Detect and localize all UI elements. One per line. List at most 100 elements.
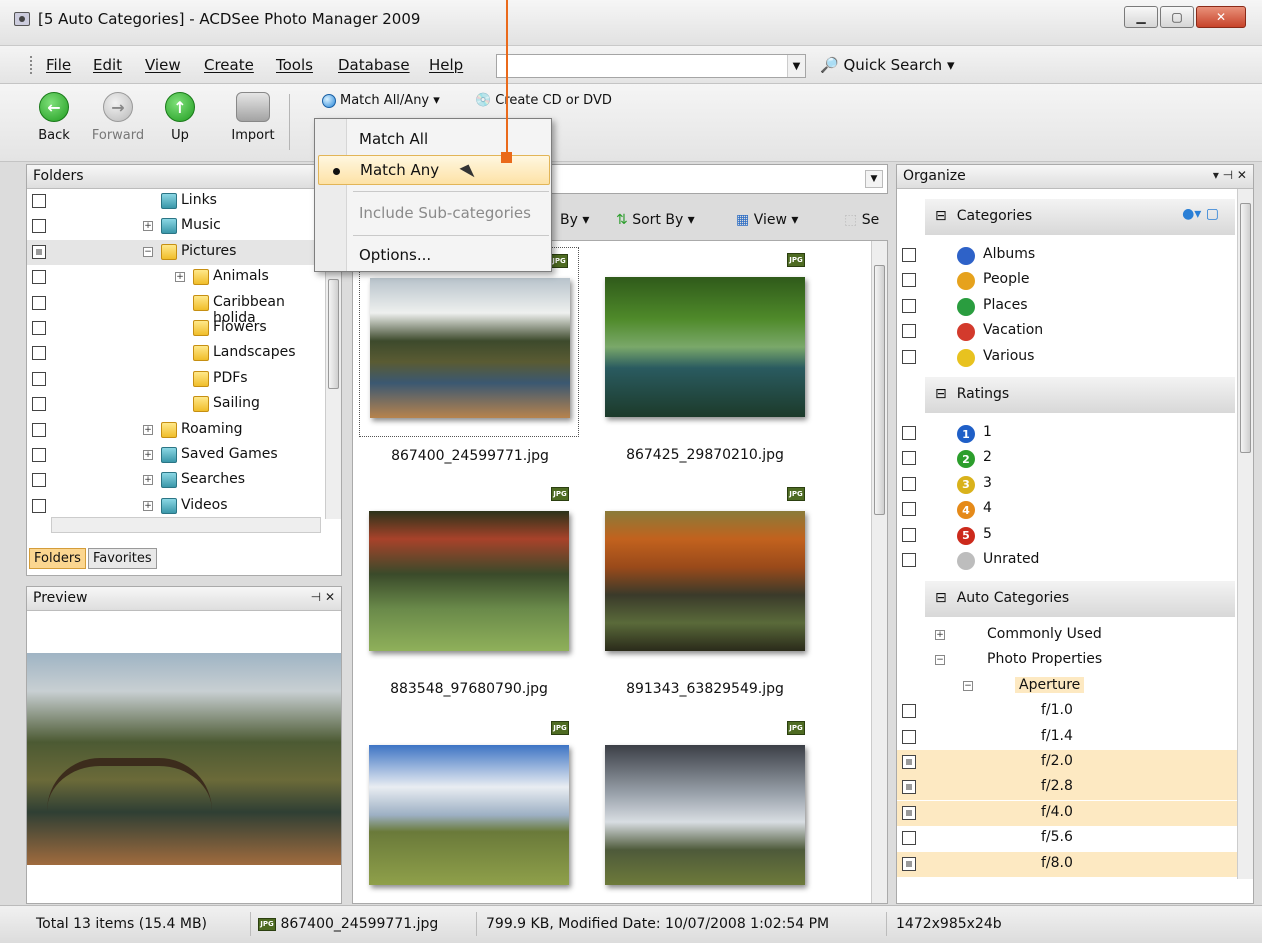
folder-checkbox[interactable] [32, 346, 46, 361]
thumbnail-item[interactable]: JPG 883548_97680790.jpg [359, 481, 579, 697]
menu-item-match-any[interactable]: Match Any [318, 155, 550, 185]
expand-icon[interactable]: + [935, 630, 945, 640]
collapse-icon[interactable]: − [935, 655, 945, 666]
search-dropdown-button[interactable]: ▼ [787, 55, 805, 77]
collapse-icon[interactable]: − [963, 680, 973, 691]
browser-vertical-scrollbar[interactable] [871, 241, 887, 903]
create-cd-button[interactable]: 💿 Create CD or DVD [475, 93, 612, 108]
rating-checkbox[interactable] [902, 476, 916, 491]
rating-checkbox[interactable] [902, 451, 916, 466]
category-item[interactable]: Various [897, 345, 1237, 370]
rating-checkbox[interactable] [902, 527, 916, 542]
tab-folders[interactable]: Folders [29, 548, 86, 569]
category-checkbox[interactable] [902, 248, 916, 262]
menu-database[interactable]: Database [338, 56, 410, 74]
folder-tree-item[interactable]: Caribbean holida [27, 291, 327, 326]
menu-view[interactable]: View [145, 56, 181, 74]
expand-icon[interactable]: + [143, 475, 153, 486]
category-checkbox[interactable] [902, 298, 916, 313]
collapse-icon[interactable]: ⊟ [935, 208, 947, 224]
forward-button[interactable]: → Forward [92, 92, 144, 143]
folder-checkbox[interactable] [32, 194, 46, 208]
collapse-icon[interactable]: ⊟ [935, 386, 947, 402]
menu-create[interactable]: Create [204, 56, 254, 74]
folder-tree-item[interactable]: Flowers [27, 316, 327, 341]
expand-icon[interactable]: + [143, 221, 153, 232]
browser-scroll-thumb[interactable] [874, 265, 885, 515]
menu-tools[interactable]: Tools [276, 56, 313, 74]
folder-checkbox[interactable] [32, 448, 46, 462]
folder-checkbox[interactable] [32, 295, 46, 310]
folder-checkbox[interactable] [32, 473, 46, 488]
folder-tree-item[interactable]: + Music [27, 214, 327, 239]
auto-category-checkbox[interactable] [902, 755, 916, 769]
folder-checkbox[interactable] [32, 422, 46, 437]
auto-category-checkbox[interactable] [902, 805, 916, 820]
organize-scroll-thumb[interactable] [1240, 203, 1251, 453]
rating-item[interactable]: Unrated [897, 548, 1237, 573]
categories-header[interactable]: ⊟ Categories ●▾ ▢ [925, 199, 1235, 235]
category-checkbox[interactable] [902, 349, 916, 364]
folder-tree-item[interactable]: Landscapes [27, 341, 327, 366]
category-checkbox[interactable] [902, 324, 916, 339]
category-item[interactable]: Albums [897, 243, 1237, 268]
folder-tree-item[interactable]: PDFs [27, 367, 327, 392]
menu-item-match-all[interactable]: Match All [349, 125, 549, 155]
auto-category-item[interactable]: f/1.4 [897, 725, 1237, 750]
auto-category-checkbox[interactable] [902, 831, 916, 846]
rating-item[interactable]: 11 [897, 421, 1237, 446]
menu-edit[interactable]: Edit [93, 56, 122, 74]
collapse-icon[interactable]: ⊟ [935, 590, 947, 606]
rating-item[interactable]: 55 [897, 523, 1237, 548]
thumbnail-item[interactable]: JPG [359, 715, 579, 903]
folder-checkbox[interactable] [32, 270, 46, 285]
folders-horizontal-scrollbar[interactable] [51, 517, 321, 533]
folder-tree-item[interactable]: Sailing [27, 392, 327, 417]
auto-category-checkbox[interactable] [902, 780, 916, 795]
category-item[interactable]: Places [897, 294, 1237, 319]
organize-vertical-scrollbar[interactable] [1237, 189, 1253, 879]
menu-item-include-subcategories[interactable]: Include Sub-categories [349, 199, 549, 229]
folder-checkbox[interactable] [32, 371, 46, 386]
folder-checkbox[interactable] [32, 397, 46, 412]
auto-category-item[interactable]: f/8.0 [897, 851, 1237, 877]
menu-item-options[interactable]: Options... [349, 241, 549, 271]
maximize-button[interactable]: ▢ [1160, 6, 1194, 28]
import-button[interactable]: Import [228, 92, 278, 143]
rating-checkbox[interactable] [902, 553, 916, 567]
quick-search-button[interactable]: 🔎 Quick Search ▾ [820, 56, 954, 74]
menu-help[interactable]: Help [429, 56, 463, 74]
auto-category-item[interactable]: − Photo Properties [897, 648, 1237, 673]
auto-category-item[interactable]: − Aperture [897, 674, 1237, 699]
expand-icon[interactable]: + [143, 500, 153, 511]
view-button[interactable]: ▦ View ▾ [736, 212, 798, 228]
thumbnail-item[interactable]: JPG [595, 715, 815, 903]
collapse-icon[interactable]: − [143, 246, 153, 257]
back-button[interactable]: ← Back [32, 92, 76, 143]
folder-checkbox[interactable] [32, 244, 46, 259]
auto-category-item[interactable]: f/1.0 [897, 699, 1237, 724]
organize-panel-controls[interactable]: ▾ ⊣ ✕ [1213, 168, 1247, 182]
preview-panel-controls[interactable]: ⊣ ✕ [311, 590, 335, 604]
rating-item[interactable]: 22 [897, 446, 1237, 471]
category-tools-icon[interactable]: ●▾ ▢ [1182, 206, 1219, 222]
folder-checkbox[interactable] [32, 219, 46, 234]
rating-checkbox[interactable] [902, 426, 916, 440]
tab-favorites[interactable]: Favorites [87, 548, 157, 569]
folder-tree-item[interactable]: + Videos [27, 494, 327, 519]
expand-icon[interactable]: + [143, 450, 153, 460]
match-all-any-button[interactable]: Match All/Any ▾ [322, 93, 440, 108]
path-dropdown-button[interactable]: ▼ [865, 170, 883, 188]
thumbnail-item[interactable]: JPG 867400_24599771.jpg [359, 247, 579, 464]
search-input[interactable]: ▼ [496, 54, 806, 78]
expand-icon[interactable]: + [143, 424, 153, 435]
up-button[interactable]: ↑ Up [158, 92, 202, 143]
auto-category-item[interactable]: f/5.6 [897, 826, 1237, 851]
thumbnail-item[interactable]: JPG 891343_63829549.jpg [595, 481, 815, 697]
thumbnail-item[interactable]: JPG 867425_29870210.jpg [595, 247, 815, 463]
folder-tree-item[interactable]: − Pictures [27, 239, 327, 265]
folder-checkbox[interactable] [32, 498, 46, 513]
rating-item[interactable]: 44 [897, 497, 1237, 522]
folder-tree-item[interactable]: + Roaming [27, 418, 327, 443]
rating-checkbox[interactable] [902, 502, 916, 517]
